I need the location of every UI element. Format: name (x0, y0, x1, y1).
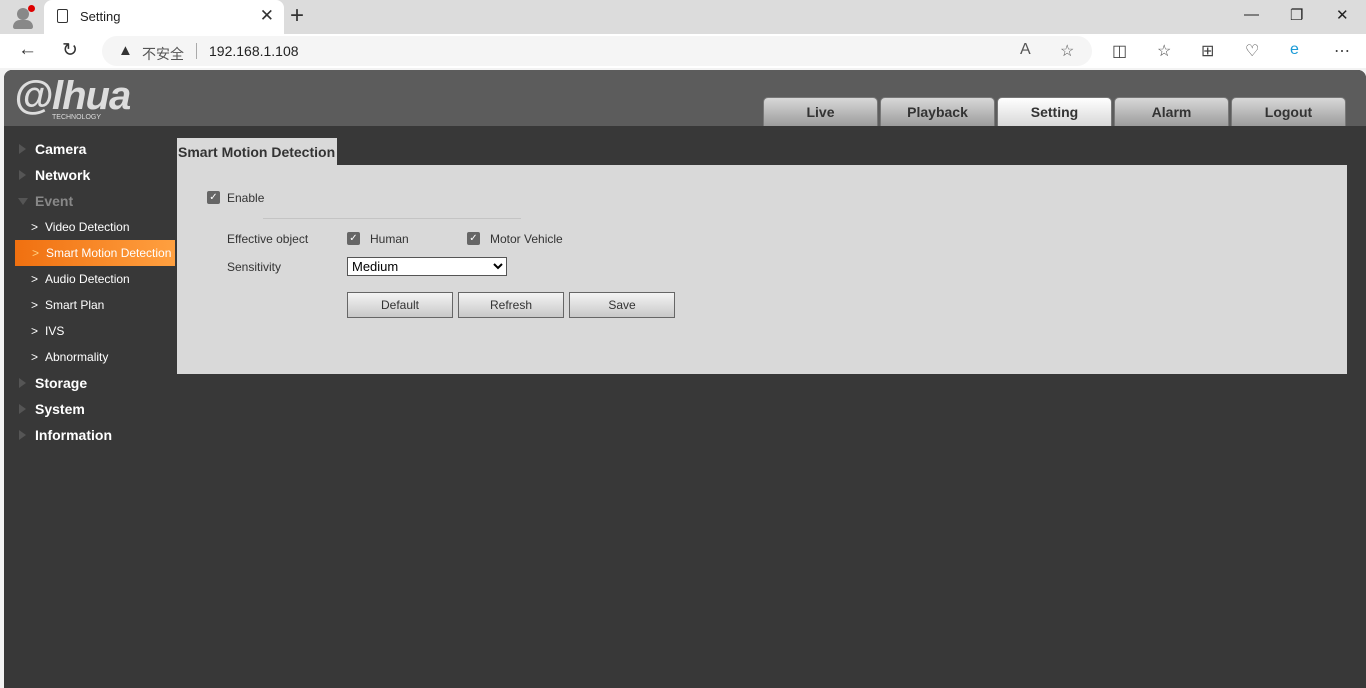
sidebar-item-smart-plan[interactable]: > Smart Plan (14, 292, 176, 318)
sensitivity-label: Sensitivity (227, 260, 282, 274)
address-bar-row: ← ↻ ▲ 不安全 192.168.1.108 A ☆ ◫ ☆ ⊞ ♡ e ⋯ (0, 34, 1366, 68)
profile-icon[interactable] (8, 4, 38, 30)
sidebar-item-information[interactable]: Information (14, 422, 176, 448)
settings-panel: ✓ Enable Effective object ✓ Human ✓ Moto… (177, 165, 1347, 374)
warning-icon: ▲ (118, 42, 133, 59)
browser-tab-bar: Setting ✕ + — ❐ ✕ (0, 0, 1366, 34)
new-tab-icon[interactable]: + (290, 2, 304, 30)
enable-label: Enable (227, 191, 265, 205)
tab-setting[interactable]: Setting (997, 97, 1112, 126)
human-checkbox[interactable]: ✓ (347, 232, 360, 245)
restore-icon[interactable]: ❐ (1290, 6, 1303, 24)
sidebar-item-storage[interactable]: Storage (14, 370, 176, 396)
more-icon[interactable]: ⋯ (1334, 41, 1350, 61)
address-bar[interactable]: ▲ 不安全 192.168.1.108 A ☆ (102, 36, 1092, 66)
enable-checkbox[interactable]: ✓ (207, 191, 220, 204)
sidebar-item-audio-detection[interactable]: > Audio Detection (14, 266, 176, 292)
sidebar-item-abnormality[interactable]: > Abnormality (14, 344, 176, 370)
save-button[interactable]: Save (569, 292, 675, 318)
sidebar-item-camera[interactable]: Camera (14, 136, 176, 162)
health-icon[interactable]: ♡ (1245, 41, 1259, 61)
divider (263, 218, 521, 219)
refresh-icon[interactable]: ↻ (62, 39, 78, 62)
collections-icon[interactable]: ⊞ (1201, 41, 1214, 61)
app-header: @lhua TECHNOLOGY Live Playback Setting Al… (4, 70, 1366, 126)
tab-title: Setting (80, 9, 121, 24)
tab-alarm[interactable]: Alarm (1114, 97, 1229, 126)
sidebar-item-network[interactable]: Network (14, 162, 176, 188)
sidebar-item-event[interactable]: Event (14, 188, 176, 214)
sensitivity-select[interactable]: Medium (347, 257, 507, 276)
dahua-web-app: @lhua TECHNOLOGY Live Playback Setting Al… (4, 70, 1366, 688)
ie-mode-icon[interactable]: e (1290, 41, 1299, 59)
sidebar-item-ivs[interactable]: > IVS (14, 318, 176, 344)
sidebar-item-video-detection[interactable]: > Video Detection (14, 214, 176, 240)
browser-tab[interactable]: Setting ✕ (44, 0, 284, 34)
human-label: Human (370, 232, 409, 246)
sidebar: Camera Network Event > Video Detection > S… (14, 136, 176, 448)
minimize-icon[interactable]: — (1244, 6, 1259, 23)
tab-playback[interactable]: Playback (880, 97, 995, 126)
split-screen-icon[interactable]: ◫ (1112, 41, 1127, 61)
close-window-icon[interactable]: ✕ (1336, 6, 1349, 24)
sidebar-item-system[interactable]: System (14, 396, 176, 422)
security-label[interactable]: 不安全 (142, 44, 184, 64)
page-icon (57, 9, 68, 23)
default-button[interactable]: Default (347, 292, 453, 318)
refresh-button[interactable]: Refresh (458, 292, 564, 318)
dahua-logo: @lhua TECHNOLOGY (14, 74, 131, 121)
effective-object-label: Effective object (227, 232, 309, 246)
sidebar-item-smart-motion-detection[interactable]: > Smart Motion Detection (15, 240, 175, 266)
page-title: Smart Motion Detection (177, 138, 338, 165)
favorites-icon[interactable]: ☆ (1157, 41, 1171, 61)
motor-vehicle-label: Motor Vehicle (490, 232, 563, 246)
tab-live[interactable]: Live (763, 97, 878, 126)
motor-vehicle-checkbox[interactable]: ✓ (467, 232, 480, 245)
favorite-star-icon[interactable]: ☆ (1060, 41, 1074, 61)
url-text[interactable]: 192.168.1.108 (209, 43, 299, 59)
back-icon[interactable]: ← (18, 39, 37, 61)
close-tab-icon[interactable]: ✕ (260, 6, 274, 26)
tab-logout[interactable]: Logout (1231, 97, 1346, 126)
read-aloud-icon[interactable]: A (1020, 41, 1031, 59)
